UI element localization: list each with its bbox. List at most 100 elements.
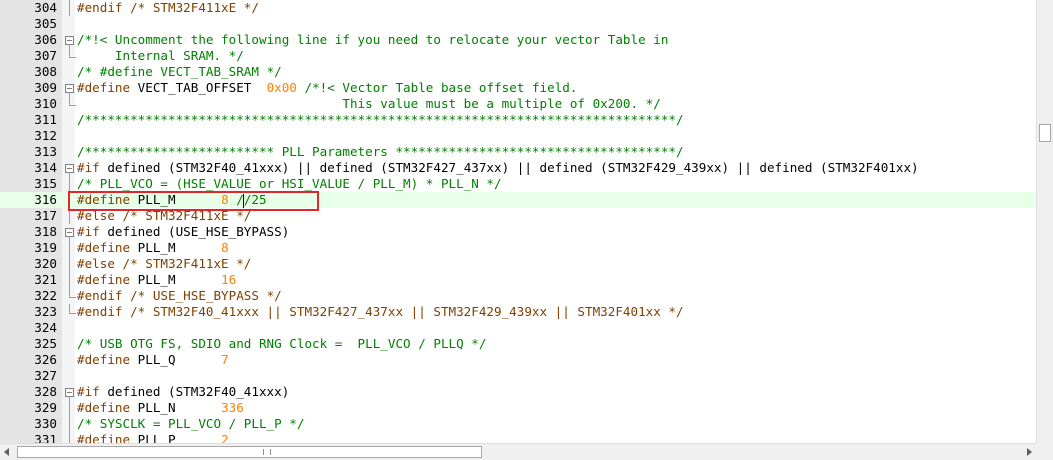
code-line[interactable]: 321 #define PLL_M 16 [0, 272, 1036, 288]
line-number: 315 [34, 176, 57, 191]
code-token: defined (USE_HSE_BYPASS) [99, 224, 290, 239]
code-token: #endif /* STM32F40_41xxx || STM32F427_43… [77, 304, 684, 319]
code-text: #endif /* STM32F40_41xxx || STM32F427_43… [77, 304, 684, 320]
code-line[interactable]: 319 #define PLL_M 8 [0, 240, 1036, 256]
code-line[interactable]: 329 #define PLL_N 336 [0, 400, 1036, 416]
line-number: 306 [34, 32, 57, 47]
code-token: /* PLL_VCO = (HSE_VALUE or HSI_VALUE / P… [77, 176, 502, 191]
code-text: /* #define VECT_TAB_SRAM */ [77, 64, 282, 80]
code-token: 336 [221, 400, 244, 415]
code-token: #if [77, 384, 100, 399]
fold-end-marker [69, 48, 76, 58]
scrollbar-corner [1036, 443, 1053, 460]
line-number: 322 [34, 288, 57, 303]
code-token: Internal SRAM. */ [77, 48, 244, 63]
code-line[interactable]: 311 /************************************… [0, 112, 1036, 128]
code-token: #define [77, 272, 131, 287]
line-number: 330 [34, 416, 57, 431]
code-token: /*!< Uncomment the following line if you… [77, 32, 669, 47]
code-text: #endif /* STM32F411xE */ [77, 0, 259, 16]
line-number: 312 [34, 128, 57, 143]
line-number: 319 [34, 240, 57, 255]
code-text: Internal SRAM. */ [77, 48, 244, 64]
code-line[interactable]: 304 #endif /* STM32F411xE */ [0, 0, 1036, 16]
code-token: 0x00 [266, 80, 297, 95]
code-line[interactable]: 308 /* #define VECT_TAB_SRAM */ [0, 64, 1036, 80]
code-token: 7 [221, 352, 229, 367]
line-number: 305 [34, 16, 57, 31]
code-token: 8 [221, 240, 229, 255]
code-line[interactable]: 323 #endif /* STM32F40_41xxx || STM32F427… [0, 304, 1036, 320]
code-line[interactable]: 327 [0, 368, 1036, 384]
code-text: #else /* STM32F411xE */ [77, 256, 251, 272]
code-line[interactable]: 310 This value must be a multiple of 0x2… [0, 96, 1036, 112]
fold-end-marker [69, 288, 76, 298]
vertical-scroll-thumb[interactable] [1039, 124, 1051, 142]
code-token: PLL_Q [130, 352, 222, 367]
code-line[interactable]: 325 /* USB OTG FS, SDIO and RNG Clock = P… [0, 336, 1036, 352]
line-number: 327 [34, 368, 57, 383]
line-number: 331 [34, 432, 57, 443]
code-token: #endif /* USE_HSE_BYPASS */ [77, 288, 282, 303]
code-line[interactable]: 312 [0, 128, 1036, 144]
code-text: #if defined (USE_HSE_BYPASS) [77, 224, 289, 240]
code-text: This value must be a multiple of 0x200. … [77, 96, 661, 112]
horizontal-scrollbar[interactable] [0, 443, 1036, 460]
fold-guide [69, 272, 70, 288]
fold-guide [69, 400, 70, 416]
code-line[interactable]: 318 #if defined (USE_HSE_BYPASS) [0, 224, 1036, 240]
line-number: 316 [34, 192, 57, 207]
line-number: 328 [34, 384, 57, 399]
line-number: 310 [34, 96, 57, 111]
code-token: #else /* STM32F411xE */ [77, 256, 252, 271]
code-token: PLL_M [130, 272, 222, 287]
code-token: 16 [221, 272, 237, 287]
code-text: /* USB OTG FS, SDIO and RNG Clock = PLL_… [77, 336, 486, 352]
code-token: PLL_M [130, 240, 222, 255]
code-line[interactable]: 324 [0, 320, 1036, 336]
line-number: 304 [34, 0, 57, 15]
code-text: /* SYSCLK = PLL_VCO / PLL_P */ [77, 416, 304, 432]
code-editor[interactable]: 304 #endif /* STM32F411xE */ 305 306 /*!< Un… [0, 0, 1036, 443]
grip-icon [263, 449, 271, 455]
code-text: #define PLL_M 16 [77, 272, 236, 288]
line-number: 320 [34, 256, 57, 271]
code-line[interactable]: 315 /* PLL_VCO = (HSE_VALUE or HSI_VALUE … [0, 176, 1036, 192]
code-line[interactable]: 307 Internal SRAM. */ [0, 48, 1036, 64]
code-line[interactable]: 320 #else /* STM32F411xE */ [0, 256, 1036, 272]
code-text: #if defined (STM32F40_41xxx) [77, 384, 289, 400]
code-line[interactable]: 328 #if defined (STM32F40_41xxx) [0, 384, 1036, 400]
fold-end-marker [69, 96, 76, 106]
code-token: defined (STM32F40_41xxx) [99, 384, 290, 399]
fold-guide [69, 0, 70, 16]
line-number: 324 [34, 320, 57, 335]
code-token: This value must be a multiple of 0x200. … [77, 96, 661, 111]
text-caret [243, 194, 244, 208]
fold-guide [69, 176, 70, 192]
scroll-left-arrow-icon[interactable] [4, 448, 9, 456]
code-text: #if defined (STM32F40_41xxx) || defined … [77, 160, 919, 176]
line-number: 313 [34, 144, 57, 159]
code-line[interactable]: 313 /************************* PLL Parame… [0, 144, 1036, 160]
code-token: #if [77, 224, 100, 239]
code-text: #define PLL_P 2 [77, 432, 229, 443]
code-token: /***************************************… [77, 112, 684, 127]
horizontal-scroll-thumb[interactable] [17, 446, 482, 458]
code-line[interactable]: 326 #define PLL_Q 7 [0, 352, 1036, 368]
code-token: #endif /* STM32F411xE */ [77, 0, 259, 15]
line-number: 311 [34, 112, 57, 127]
code-token: #define [77, 400, 131, 415]
code-line[interactable]: 309 #define VECT_TAB_OFFSET 0x00 /*!< Vec… [0, 80, 1036, 96]
code-text: #define PLL_N 336 [77, 400, 244, 416]
vertical-scrollbar[interactable] [1036, 0, 1053, 443]
code-line[interactable]: 330 /* SYSCLK = PLL_VCO / PLL_P */ [0, 416, 1036, 432]
code-line[interactable]: 305 [0, 16, 1036, 32]
scroll-right-arrow-icon[interactable] [1027, 448, 1032, 456]
code-line[interactable]: 314 #if defined (STM32F40_41xxx) || defin… [0, 160, 1036, 176]
code-line[interactable]: 322 #endif /* USE_HSE_BYPASS */ [0, 288, 1036, 304]
line-number: 321 [34, 272, 57, 287]
code-token: /*!< Vector Table base offset field. [296, 80, 578, 95]
line-number: 307 [34, 48, 57, 63]
code-line[interactable]: 306 /*!< Uncomment the following line if … [0, 32, 1036, 48]
code-line[interactable]: 331 #define PLL_P 2 [0, 432, 1036, 443]
